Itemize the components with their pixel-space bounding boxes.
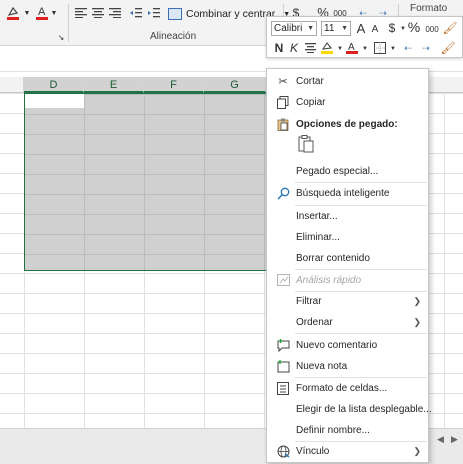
menu-item-label: Análisis rápido (296, 274, 362, 286)
chevron-down-icon[interactable]: ▼ (358, 42, 372, 56)
indent-increase-icon[interactable] (147, 6, 161, 20)
font-name-value: Calibri (274, 23, 303, 34)
menu-item-paste-special[interactable]: Pegado especial... (267, 161, 428, 181)
menu-item-label: Nueva nota (296, 360, 348, 372)
copy-icon (276, 95, 290, 109)
menu-item-smart-lookup[interactable]: Búsqueda inteligente (267, 183, 428, 203)
bold-icon[interactable]: N (272, 41, 286, 55)
format-painter-icon[interactable]: 🖌 (440, 41, 455, 55)
menu-item-new-comment[interactable]: Nuevo comentario (267, 335, 428, 355)
format-painter-icon[interactable]: 🖌 (442, 21, 457, 35)
select-all-corner[interactable] (0, 77, 24, 93)
link-icon (276, 444, 290, 458)
menu-item-cut[interactable]: ✂ Cortar (267, 71, 428, 91)
menu-item-label: Ordenar (296, 316, 333, 328)
chevron-down-icon: ▼ (307, 25, 314, 32)
menu-item-label: Copiar (296, 96, 326, 108)
format-group-label: Formato (410, 3, 448, 14)
svg-text:A: A (38, 6, 46, 18)
menu-item-label: Formato de celdas... (296, 382, 388, 394)
font-color-icon[interactable]: A (34, 5, 50, 21)
align-center-icon[interactable] (303, 41, 317, 55)
italic-icon[interactable]: K (287, 41, 301, 55)
merge-center-label: Combinar y centrar (186, 8, 276, 20)
borders-icon[interactable] (373, 41, 387, 55)
menu-item-label: Cortar (296, 75, 324, 87)
menu-item-label: Vínculo (296, 445, 330, 457)
column-header-e[interactable]: E (84, 77, 144, 93)
shrink-font-icon[interactable]: A (368, 22, 382, 36)
active-cell[interactable] (25, 94, 84, 108)
smart-lookup-icon (276, 186, 290, 200)
menu-item-delete[interactable]: Eliminar... (267, 227, 428, 247)
menu-item-sort[interactable]: Ordenar ❯ (267, 312, 428, 332)
menu-item-link[interactable]: Vínculo ❯ (267, 441, 428, 461)
menu-item-label: Pegado especial... (296, 165, 379, 177)
chevron-down-icon: ▼ (341, 25, 348, 32)
mini-toolbar: Calibri ▼ 11 ▼ A A $ ▼ % 000 🖌 N K ▼ A ▼… (266, 16, 463, 58)
chevron-right-icon: ❯ (413, 445, 421, 456)
merge-center-icon (168, 8, 182, 20)
context-menu: ✂ Cortar Copiar Opciones de pegado: Pega… (266, 68, 432, 463)
font-color-icon[interactable]: A (345, 41, 359, 55)
ribbon-separator (68, 4, 69, 42)
increase-decimal-icon[interactable]: ⇠ (401, 41, 415, 55)
align-center-icon[interactable] (91, 6, 105, 20)
menu-item-label: Eliminar... (296, 231, 340, 243)
font-name-select[interactable]: Calibri ▼ (271, 21, 317, 36)
menu-item-label: Nuevo comentario (296, 339, 378, 351)
menu-item-label: Insertar... (296, 210, 338, 222)
menu-separator (295, 333, 427, 334)
thousands-icon[interactable]: 000 (423, 22, 441, 36)
menu-item-insert[interactable]: Insertar... (267, 206, 428, 226)
chevron-right-icon: ❯ (413, 295, 421, 306)
new-comment-icon (276, 338, 290, 352)
fill-color-icon[interactable] (320, 41, 334, 55)
align-right-icon[interactable] (108, 6, 122, 20)
menu-item-new-note[interactable]: Nueva nota (267, 356, 428, 376)
column-header-f[interactable]: F (144, 77, 204, 93)
menu-item-label: Opciones de pegado: (296, 118, 398, 130)
menu-item-define-name[interactable]: Definir nombre... (267, 420, 428, 440)
alignment-group-label: Alineación (150, 31, 197, 42)
scroll-right-icon[interactable]: ▶ (451, 434, 458, 445)
paste-icon (276, 117, 290, 131)
font-size-value: 11 (324, 23, 335, 34)
scissors-icon: ✂ (278, 75, 288, 88)
font-size-select[interactable]: 11 ▼ (321, 21, 351, 36)
menu-item-clear-contents[interactable]: Borrar contenido (267, 248, 428, 268)
chevron-down-icon[interactable]: ▼ (50, 7, 58, 19)
scroll-left-icon[interactable]: ◀ (437, 434, 444, 445)
paste-option-button[interactable] (296, 133, 316, 155)
align-left-icon[interactable] (74, 6, 88, 20)
menu-item-label: Filtrar (296, 295, 322, 307)
menu-item-paste-options: Opciones de pegado: (267, 114, 428, 134)
new-note-icon (276, 359, 290, 373)
menu-item-pick-from-list[interactable]: Elegir de la lista desplegable... (267, 399, 432, 419)
selected-range[interactable] (24, 93, 267, 271)
chevron-down-icon[interactable]: ▼ (386, 42, 400, 56)
menu-item-format-cells[interactable]: Formato de celdas... (267, 378, 428, 398)
column-header-g[interactable]: G (204, 77, 266, 93)
decrease-decimal-icon[interactable]: ⇢ (419, 41, 433, 55)
menu-item-label: Elegir de la lista desplegable... (296, 403, 432, 415)
grow-font-icon[interactable]: A (354, 21, 368, 36)
dialog-launcher-icon[interactable]: ↘ (56, 32, 66, 42)
indent-decrease-icon[interactable] (129, 6, 143, 20)
menu-item-copy[interactable]: Copiar (267, 92, 428, 112)
menu-item-label: Definir nombre... (296, 424, 370, 436)
menu-item-label: Búsqueda inteligente (296, 187, 390, 199)
menu-item-label: Borrar contenido (296, 252, 370, 264)
menu-item-filter[interactable]: Filtrar ❯ (267, 291, 428, 311)
quick-analysis-icon (276, 273, 290, 287)
chevron-right-icon: ❯ (413, 316, 421, 327)
column-header-d[interactable]: D (24, 77, 84, 93)
percent-icon[interactable]: % (407, 19, 421, 35)
format-cells-icon (276, 381, 290, 395)
menu-item-quick-analysis: Análisis rápido (267, 270, 428, 290)
fill-color-icon[interactable] (4, 5, 22, 21)
chevron-down-icon[interactable]: ▼ (23, 7, 31, 19)
